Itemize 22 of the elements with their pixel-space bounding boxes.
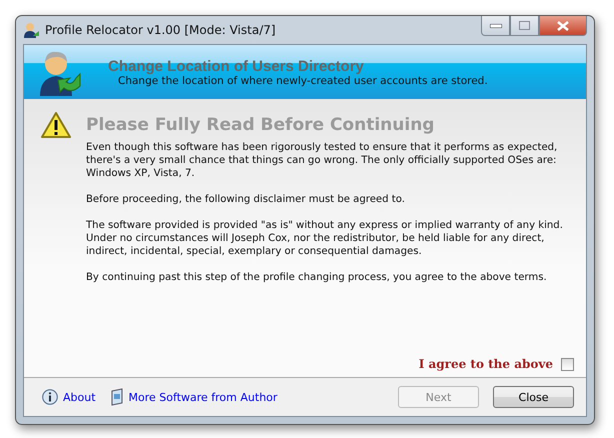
- agree-label: I agree to the above: [418, 357, 553, 371]
- dialog-button[interactable]: Close: [493, 386, 574, 408]
- software-box-icon: [110, 388, 124, 406]
- close-icon: [557, 20, 569, 30]
- minimize-button[interactable]: [481, 16, 510, 36]
- maximize-icon: [519, 21, 530, 30]
- banner-title: Change Location of Users Directory: [108, 58, 365, 74]
- close-button[interactable]: [539, 16, 587, 36]
- disclaimer-paragraph: Before proceeding, the following disclaimer must be agreed to.: [86, 193, 406, 206]
- disclaimer-paragraph: Even though this software has been rigorously tested to ensure that it performs as expected, there's a very small chance that things can go wrong. The only officially supported OSes are: Windows XP, Vista, 7.: [86, 141, 558, 180]
- app-icon: [23, 22, 39, 38]
- notice-heading: Please Fully Read Before Continuing: [86, 115, 434, 135]
- warning-icon: [40, 111, 72, 139]
- minimize-icon: [490, 24, 502, 28]
- disclaimer-paragraph: By continuing past this step of the profile changing process, you agree to the above terms.: [86, 271, 548, 284]
- agree-checkbox[interactable]: [561, 358, 574, 370]
- info-icon: [42, 389, 58, 405]
- disclaimer-paragraph: The software provided is provided "as is" without any express or implied warranty of any kind. Under no circumstances will Joseph Cox, nor the redistributor, be held liable for any direct, indirect, incidental, special, exemplary or consequential damages.: [86, 219, 564, 258]
- footer-link[interactable]: More Software from Author: [110, 388, 278, 406]
- window-title: Profile Relocator v1.00 [Mode: Vista/7]: [45, 23, 277, 37]
- banner-subtitle: Change the location of where newly-created user accounts are stored.: [118, 74, 488, 86]
- footer-link[interactable]: About: [42, 389, 96, 405]
